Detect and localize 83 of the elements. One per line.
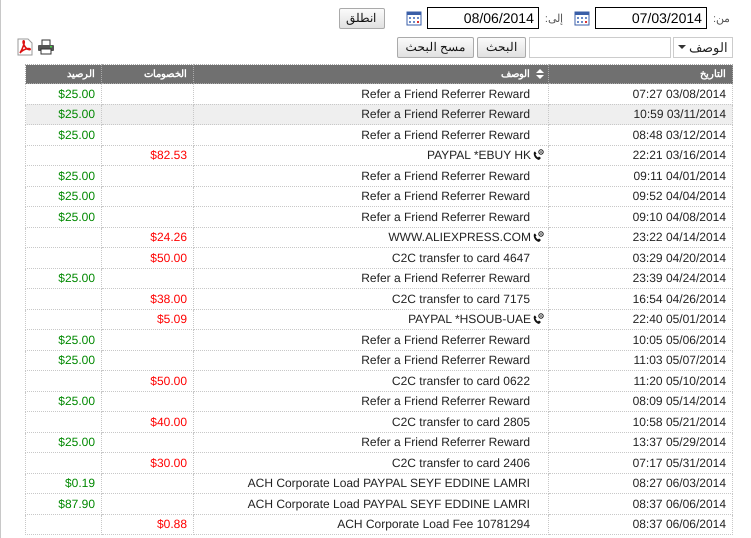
description-cell: Refer a Friend Referrer Reward	[361, 168, 530, 183]
date-cell: 13:37 05/29/2014	[548, 432, 732, 452]
date-cell: 09:11 04/01/2014	[548, 166, 732, 186]
date-cell: 11:03 05/07/2014	[548, 350, 732, 370]
date-cell: 22:40 05/01/2014	[548, 309, 732, 330]
to-date-field[interactable]: 08/06/2014	[426, 7, 539, 29]
date-cell: 07:17 05/31/2014	[548, 452, 732, 473]
description-cell: C2C transfer to card 2805	[392, 414, 530, 429]
description-cell: PAYPAL *HSOUB-UAE	[408, 312, 531, 326]
clear-search-button[interactable]: مسح البحث	[396, 36, 474, 58]
description-cell: C2C transfer to card 2406	[392, 456, 530, 470]
description-cell: Refer a Friend Referrer Reward	[361, 189, 530, 204]
deduction-cell: $50.00	[150, 250, 187, 265]
search-button[interactable]: البحث	[477, 36, 526, 58]
column-header[interactable]: الرصيد	[26, 64, 102, 84]
date-cell: 09:52 04/04/2014	[548, 186, 732, 206]
description-cell: Refer a Friend Referrer Reward	[361, 332, 530, 347]
search-field-select[interactable]: الوصف	[673, 36, 733, 58]
date-cell: 08:48 03/12/2014	[548, 124, 732, 145]
description-cell: C2C transfer to card 7175	[392, 292, 530, 306]
date-cell: 10:05 05/06/2014	[548, 330, 732, 350]
balance-cell: $25.00	[58, 353, 95, 368]
date-cell: 08:37 06/06/2014	[548, 494, 732, 514]
deduction-cell: $40.00	[150, 414, 187, 429]
deduction-cell: $5.09	[156, 312, 187, 326]
search-input[interactable]	[529, 36, 671, 58]
deduction-cell: $24.26	[150, 230, 187, 244]
date-cell: 23:39 04/24/2014	[548, 268, 732, 288]
date-cell: 08:09 05/14/2014	[548, 391, 732, 412]
date-cell: 16:54 04/26/2014	[548, 288, 732, 309]
go-button[interactable]: انطلق	[338, 8, 385, 28]
deduction-cell: $82.53	[150, 148, 187, 162]
balance-cell: $25.00	[58, 435, 95, 450]
description-cell: C2C transfer to card 4647	[392, 250, 530, 265]
description-cell: ACH Corporate Load Fee 10781294	[337, 517, 530, 532]
description-cell: Refer a Friend Referrer Reward	[361, 353, 530, 368]
column-header[interactable]: التاريخ	[548, 64, 732, 84]
deduction-cell: $30.00	[150, 456, 187, 470]
column-header[interactable]: الوصف	[501, 68, 530, 80]
description-cell: Refer a Friend Referrer Reward	[361, 435, 530, 450]
description-cell: Refer a Friend Referrer Reward	[361, 128, 530, 142]
balance-cell: $25.00	[58, 394, 95, 408]
deduction-cell: $38.00	[150, 292, 187, 306]
calendar-icon[interactable]	[574, 10, 590, 26]
description-cell: WWW.ALIEXPRESS.COM	[388, 230, 531, 244]
date-cell: 10:58 05/21/2014	[548, 412, 732, 432]
description-cell: C2C transfer to card 0622	[392, 374, 530, 388]
balance-cell: $0.19	[64, 476, 95, 490]
balance-cell: $25.00	[58, 189, 95, 204]
from-date-field[interactable]: 07/03/2014	[594, 7, 707, 29]
description-cell: ACH Corporate Load PAYPAL SEYF EDDINE LAMRI	[248, 496, 530, 511]
description-cell: ACH Corporate Load PAYPAL SEYF EDDINE LAMRI	[248, 476, 530, 490]
description-cell: Refer a Friend Referrer Reward	[361, 86, 530, 101]
pdf-icon[interactable]	[17, 38, 33, 56]
description-cell: PAYPAL *EBUY HK	[426, 148, 531, 162]
description-cell: Refer a Friend Referrer Reward	[361, 394, 530, 408]
description-cell: Refer a Friend Referrer Reward	[361, 107, 530, 122]
description-cell: Refer a Friend Referrer Reward	[361, 210, 530, 224]
deduction-cell: $0.88	[156, 517, 187, 532]
balance-cell: $87.90	[58, 496, 95, 511]
balance-cell: $25.00	[58, 210, 95, 224]
date-cell: 10:59 03/11/2014	[548, 104, 732, 124]
column-header[interactable]: الخصومات	[102, 64, 194, 84]
date-cell: 09:10 04/08/2014	[548, 206, 732, 227]
balance-cell: $25.00	[58, 271, 95, 286]
calendar-icon[interactable]	[406, 10, 422, 26]
from-label: من:	[712, 12, 730, 24]
balance-cell: $25.00	[58, 86, 95, 101]
printer-icon[interactable]	[37, 39, 55, 55]
balance-cell: $25.00	[58, 107, 95, 122]
date-cell: 03:29 04/20/2014	[548, 248, 732, 268]
date-cell: 11:20 05/10/2014	[548, 370, 732, 391]
balance-cell: $25.00	[58, 332, 95, 347]
date-cell: 23:22 04/14/2014	[548, 227, 732, 248]
balance-cell: $25.00	[58, 168, 95, 183]
deduction-cell: $50.00	[150, 374, 187, 388]
to-label: إلى:	[544, 12, 563, 24]
date-cell: 08:37 06/06/2014	[548, 514, 732, 534]
description-cell: Refer a Friend Referrer Reward	[361, 271, 530, 286]
date-cell: 22:21 03/16/2014	[548, 145, 732, 166]
date-cell: 08:27 06/03/2014	[548, 473, 732, 494]
sort-icon[interactable]	[536, 69, 544, 79]
balance-cell: $25.00	[58, 128, 95, 142]
